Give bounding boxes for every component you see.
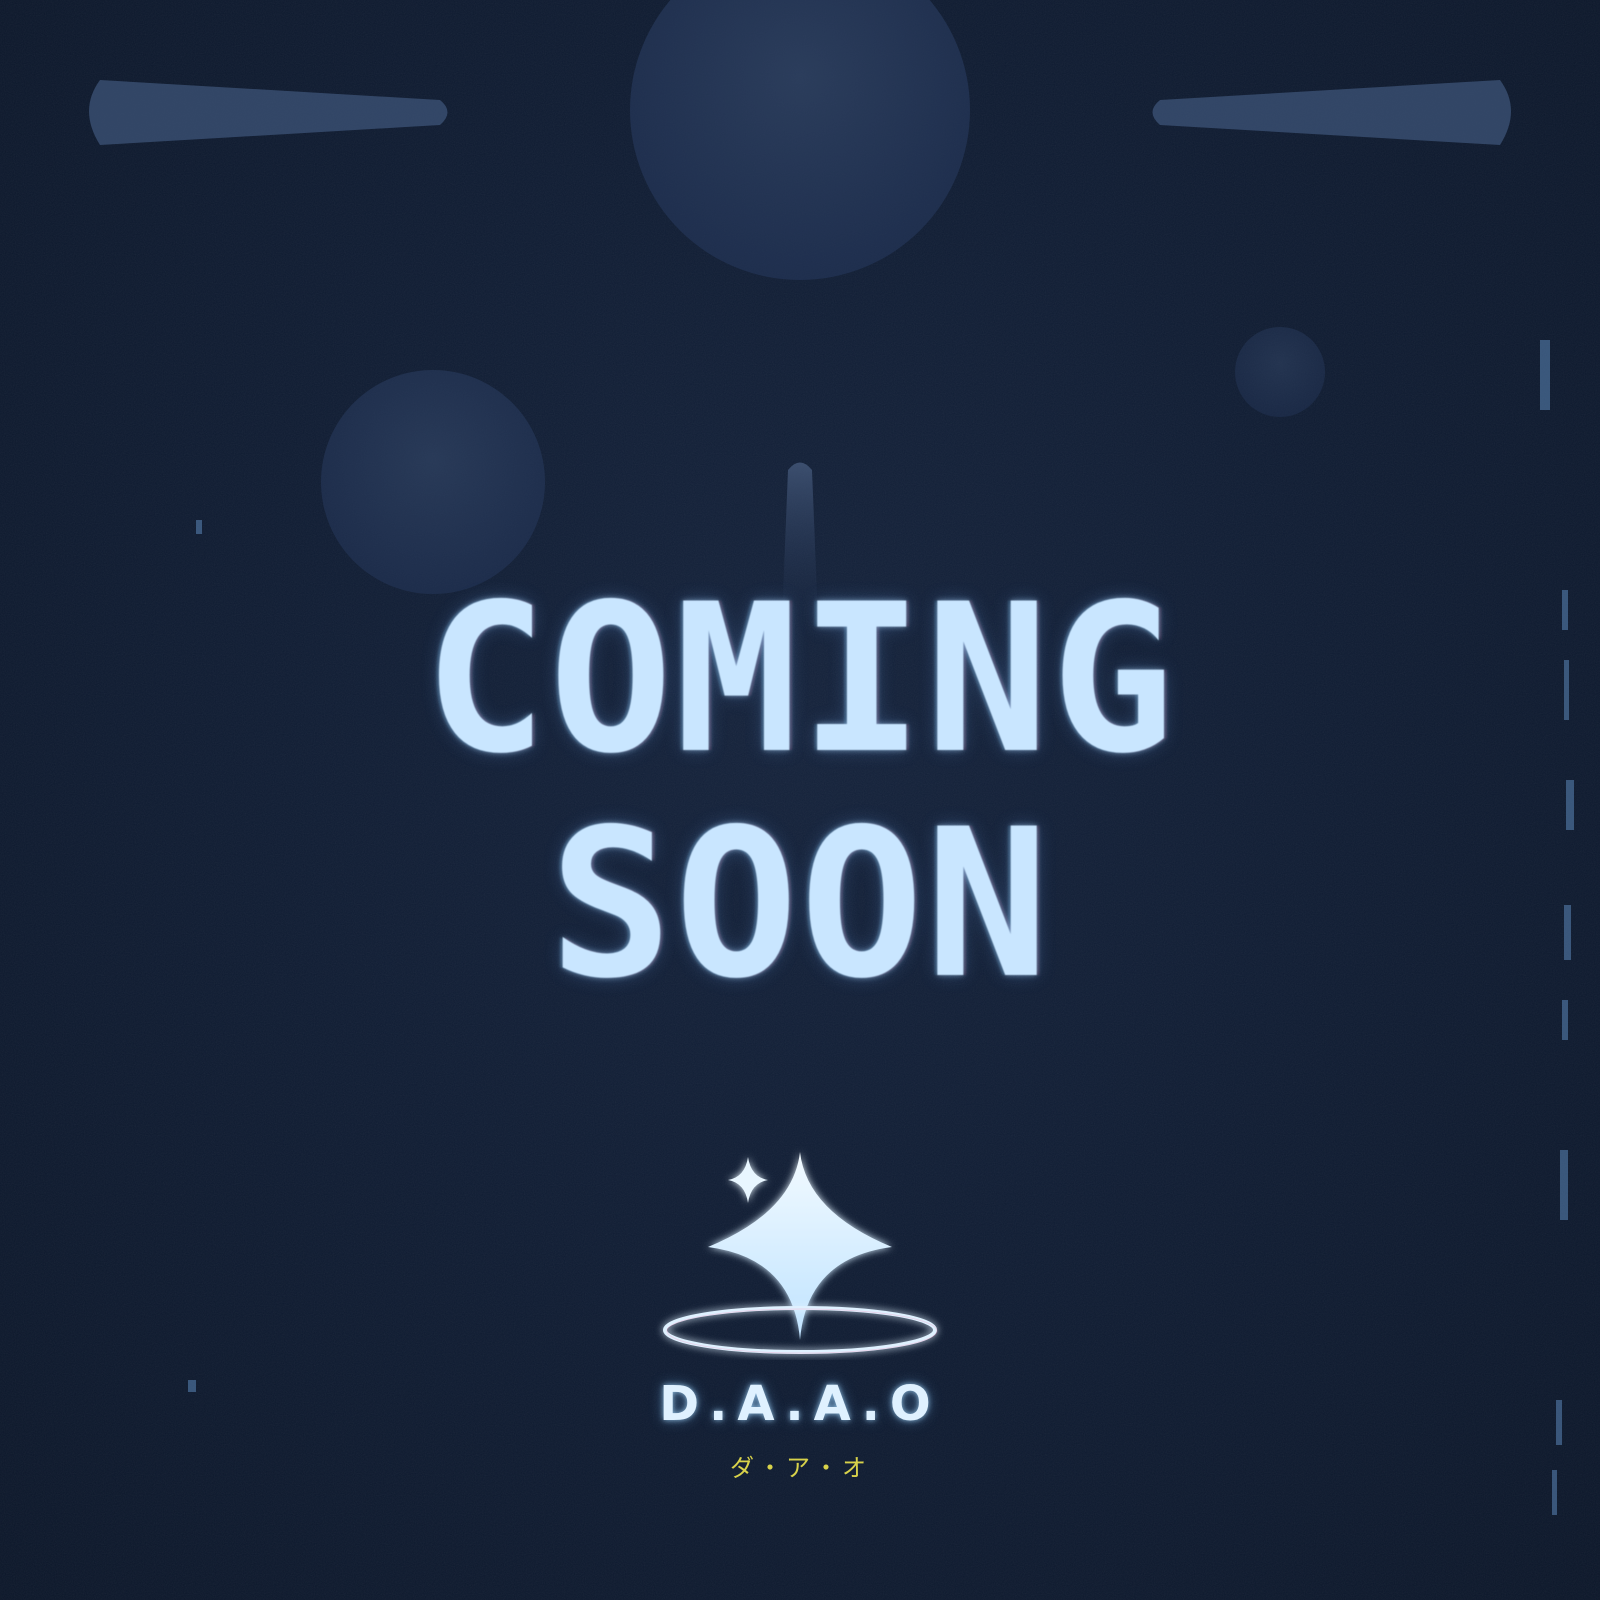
streak-top-left — [89, 80, 448, 145]
headline-soon: SOON — [549, 786, 1051, 1024]
headline-coming: COMING — [423, 561, 1177, 799]
streak-top-right — [1152, 80, 1511, 145]
sparkle-halo-icon — [663, 1152, 938, 1354]
orb-small-right — [1235, 327, 1325, 417]
brand-kana: ダ・ア・オ — [730, 1454, 870, 1482]
sparkle-icon — [728, 1157, 768, 1203]
brand-name: D.A.A.O — [659, 1376, 941, 1432]
orb-large-top — [630, 0, 970, 280]
brand-logo — [0, 1140, 1600, 1490]
coming-soon-poster: COMING SOON D.A.A.O ダ・ア・オ — [0, 0, 1600, 1600]
